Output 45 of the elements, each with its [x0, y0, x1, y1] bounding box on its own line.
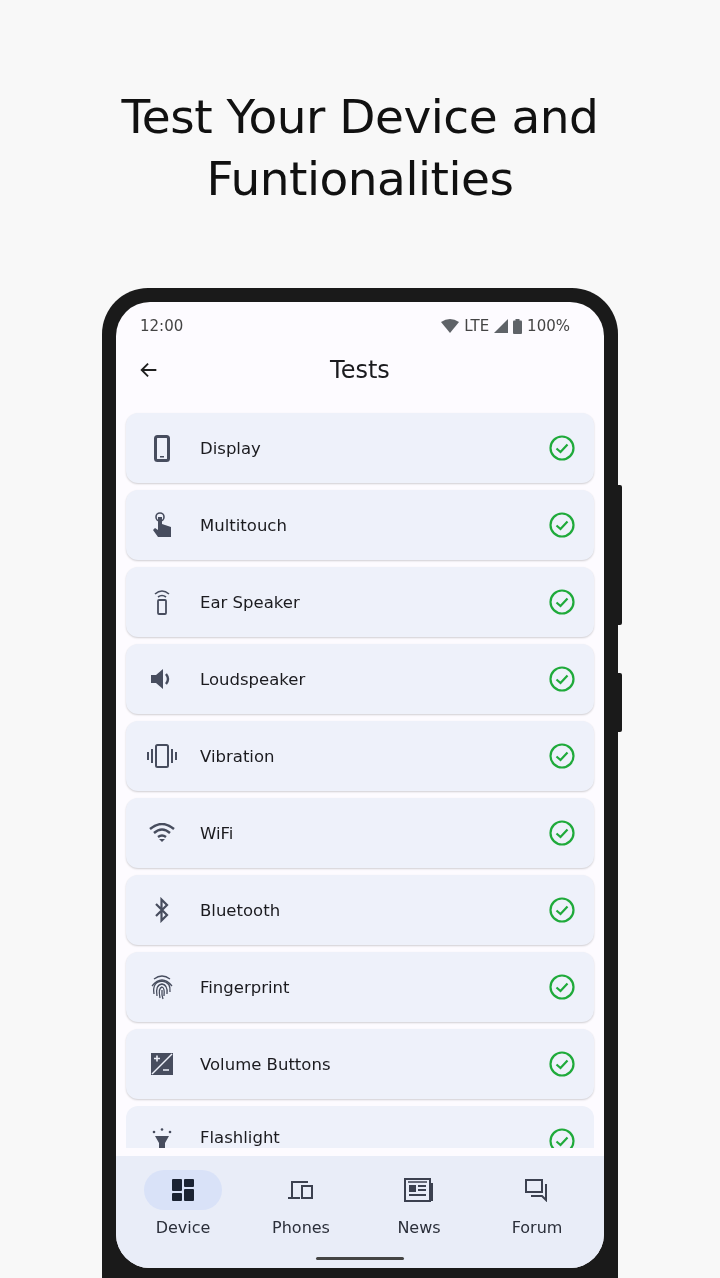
finger-touch-icon	[152, 511, 172, 539]
status-time: 12:00	[140, 317, 184, 335]
newspaper-icon	[404, 1178, 434, 1202]
test-item[interactable]: Ear Speaker	[126, 567, 594, 637]
test-item[interactable]: Display	[126, 413, 594, 483]
test-name: Multitouch	[200, 515, 288, 535]
test-name: Loudspeaker	[200, 669, 307, 689]
test-name: WiFi	[200, 823, 235, 843]
test-name: Bluetooth	[200, 900, 282, 920]
test-item[interactable]: Loudspeaker	[126, 644, 594, 714]
test-item[interactable]: Vibration	[126, 721, 594, 791]
test-name: Volume Buttons	[200, 1054, 332, 1074]
forum-icon	[524, 1178, 550, 1202]
vibration-icon	[147, 744, 177, 768]
dashboard-icon	[171, 1178, 195, 1202]
nav-tab[interactable]: Phones	[242, 1156, 360, 1268]
battery-icon	[513, 318, 523, 334]
phone-icon	[154, 434, 170, 462]
test-item[interactable]: Fingerprint	[126, 952, 594, 1022]
fingerprint-icon	[150, 974, 174, 1000]
test-item[interactable]: Volume Buttons	[126, 1029, 594, 1099]
wifi-signal-icon	[441, 319, 460, 333]
screen-title: Tests	[330, 356, 390, 384]
ear-speaker-icon	[152, 588, 172, 616]
battery-level: 100%	[527, 317, 570, 335]
test-name: Display	[200, 438, 262, 458]
headline: Test Your Device and Funtionalities	[120, 88, 600, 208]
test-item[interactable]: WiFi	[126, 798, 594, 868]
bluetooth-icon	[154, 897, 170, 923]
wifi-icon	[148, 823, 176, 843]
exposure-icon	[150, 1052, 174, 1076]
flashlight-icon	[151, 1128, 173, 1148]
cell-signal-icon	[494, 319, 509, 333]
nav-tab[interactable]: Device	[124, 1156, 242, 1268]
test-name: Fingerprint	[200, 977, 291, 997]
devices-icon	[288, 1179, 314, 1201]
nav-tab[interactable]: News	[360, 1156, 478, 1268]
test-item[interactable]: Flashlight	[126, 1106, 594, 1148]
test-name: Ear Speaker	[200, 592, 301, 612]
nav-tab[interactable]: Forum	[478, 1156, 596, 1268]
test-item[interactable]: Bluetooth	[126, 875, 594, 945]
network-type: LTE	[464, 317, 490, 335]
test-item[interactable]: Multitouch	[126, 490, 594, 560]
test-name: Flashlight	[200, 1128, 281, 1147]
test-name: Vibration	[200, 746, 276, 766]
